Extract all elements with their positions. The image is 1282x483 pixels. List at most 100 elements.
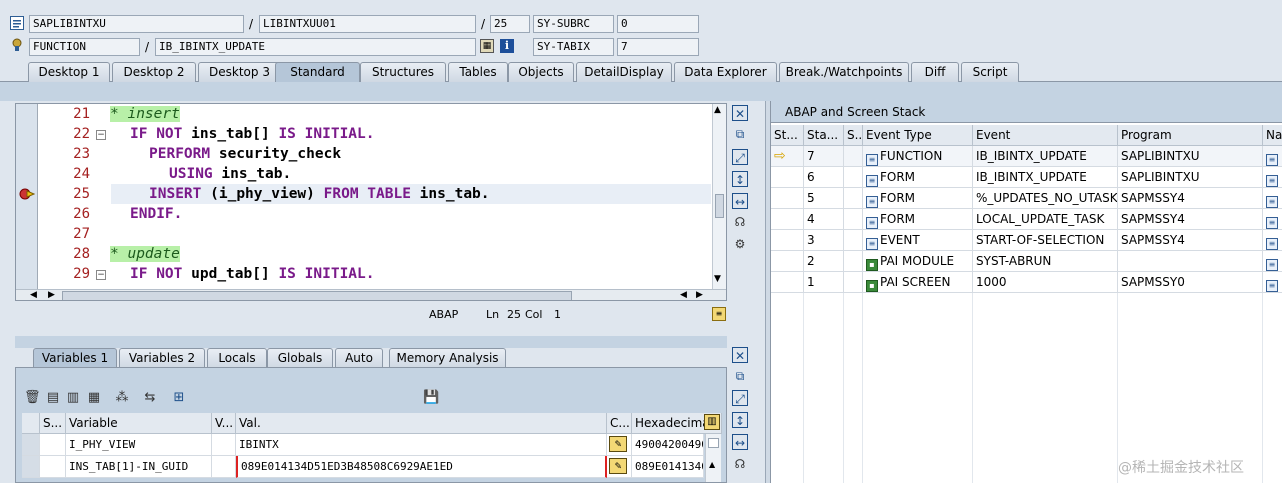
tab-desktop-1[interactable]: Desktop 1 [28,62,110,82]
document-edit-icon[interactable]: ▥ [65,390,81,406]
column-header[interactable]: St... [771,125,804,146]
column-header[interactable]: Event Type [863,125,973,146]
navigate-icon[interactable]: ≡ [1266,280,1278,292]
tab-standard[interactable]: Standard [275,62,360,82]
navigate-cell[interactable]: ≡ [1263,188,1282,209]
tab-breakpoints-watchpoints[interactable]: Break./Watchpoints [779,62,909,82]
close-icon[interactable]: ✕ [732,105,748,121]
scroll-up-icon[interactable]: ▲ [714,105,721,115]
stack-row[interactable] [771,230,804,251]
tab-desktop-3[interactable]: Desktop 3 [198,62,281,82]
delete-icon[interactable]: 🗑 [24,390,41,406]
editor-horizontal-scrollbar[interactable]: ◀ ▶ ◀ ▶ [16,289,726,300]
scroll-right-icon[interactable]: ▶ [48,290,55,300]
navigate-icon[interactable]: ≡ [1266,238,1278,250]
change-value-cell[interactable]: ✎ [607,456,632,478]
move-icon[interactable]: ⇆ [142,390,158,406]
navigate-icon[interactable]: ≡ [1266,217,1278,229]
close-icon[interactable]: ✕ [732,347,748,363]
navigate-icon[interactable]: ≡ [1266,259,1278,271]
stack-row[interactable]: ⇨ [771,146,804,167]
notes-icon[interactable]: ≡ [712,307,726,321]
expand-vertical-icon[interactable]: ↕ [732,171,748,187]
program-field[interactable]: SAPLIBINTXU [29,15,244,33]
stack-row[interactable] [771,209,804,230]
column-header[interactable]: C... [607,413,632,434]
column-header[interactable]: Na... [1263,125,1282,146]
editor-vertical-scrollbar[interactable]: ▲ ▼ [712,104,726,289]
new-window-icon[interactable]: ⧉ [732,126,748,142]
maximize-icon[interactable]: ⤢ [732,390,748,406]
tab-variables-2[interactable]: Variables 2 [119,348,205,368]
navigate-cell[interactable]: ≡ [1263,230,1282,251]
variables-vertical-scrollbar[interactable]: ▲ [705,434,721,482]
navigate-cell[interactable]: ≡ [1263,251,1282,272]
save-variables-icon[interactable]: ▦ [86,390,102,406]
tab-structures[interactable]: Structures [360,62,446,82]
stack-row[interactable] [771,188,804,209]
scroll-thumb[interactable] [715,194,724,218]
maximize-icon[interactable]: ⤢ [732,149,748,165]
tab-objects[interactable]: Objects [508,62,574,82]
scroll-right-icon[interactable]: ▶ [696,290,703,300]
expand-horizontal-icon[interactable]: ↔ [732,193,748,209]
line-field[interactable]: 25 [490,15,530,33]
variable-name-input[interactable]: I_PHY_VIEW [66,434,212,456]
column-header[interactable]: S... [844,125,863,146]
tab-data-explorer[interactable]: Data Explorer [674,62,777,82]
tab-locals[interactable]: Locals [207,348,267,368]
info-icon[interactable]: i [500,39,514,53]
column-header[interactable]: Variable [66,413,212,434]
column-header[interactable]: Sta... [804,125,844,146]
breakpoint-gutter[interactable] [16,104,38,289]
include-field[interactable]: LIBINTXUU01 [259,15,476,33]
document-icon[interactable]: ▤ [45,390,61,406]
scroll-down-icon[interactable]: ▼ [714,274,721,284]
scroll-thumb[interactable] [708,438,719,448]
tab-detail-display[interactable]: DetailDisplay [576,62,672,82]
tab-desktop-2[interactable]: Desktop 2 [112,62,196,82]
tools-icon[interactable]: ☊ [732,456,748,472]
tab-tables[interactable]: Tables [448,62,508,82]
column-settings-icon[interactable]: ▥ [704,414,720,430]
tab-variables-1[interactable]: Variables 1 [33,348,117,368]
fold-toggle[interactable]: − [96,270,106,280]
fold-toggle[interactable]: − [96,130,106,140]
settings-icon[interactable]: ⚙ [732,236,748,252]
variable-name-input[interactable]: INS_TAB[1]-IN_GUID [66,456,212,478]
column-header[interactable]: Val. [236,413,607,434]
expand-vertical-icon[interactable]: ↕ [732,412,748,428]
scroll-left-icon[interactable]: ◀ [30,290,37,300]
new-window-icon[interactable]: ⧉ [732,368,748,384]
column-header[interactable]: S... [40,413,66,434]
navigate-cell[interactable]: ≡ [1263,146,1282,167]
tab-script[interactable]: Script [961,62,1019,82]
variable-value[interactable]: IBINTX [236,434,607,456]
tab-globals[interactable]: Globals [267,348,333,368]
expand-horizontal-icon[interactable]: ↔ [732,434,748,450]
tab-diff[interactable]: Diff [911,62,959,82]
navigate-cell[interactable]: ≡ [1263,209,1282,230]
display-icon[interactable]: ▦ [480,39,494,53]
column-header[interactable]: V... [212,413,236,434]
event-field[interactable]: IB_IBINTX_UPDATE [155,38,476,56]
navigate-icon[interactable]: ≡ [1266,196,1278,208]
row-selector[interactable] [22,434,40,456]
tab-memory-analysis[interactable]: Memory Analysis [389,348,506,368]
stack-row[interactable] [771,272,804,293]
source-code-editor[interactable]: 21 22 23 24 25 26 27 28 29 − − * insert … [15,103,727,301]
navigate-icon[interactable]: ≡ [1266,175,1278,187]
navigate-cell[interactable]: ≡ [1263,167,1282,188]
tab-auto[interactable]: Auto [335,348,383,368]
scroll-thumb[interactable] [62,291,572,300]
scroll-left-icon[interactable]: ◀ [680,290,687,300]
navigate-cell[interactable]: ≡ [1263,272,1282,293]
event-type-field[interactable]: FUNCTION [29,38,140,56]
save-icon[interactable]: 💾 [423,390,439,406]
column-header[interactable]: Program [1118,125,1263,146]
navigate-icon[interactable]: ≡ [1266,154,1278,166]
row-selector[interactable] [22,456,40,478]
table-icon[interactable]: ⊞ [171,390,187,406]
hierarchy-icon[interactable]: ⁂ [114,390,130,406]
splitter[interactable] [765,101,770,483]
